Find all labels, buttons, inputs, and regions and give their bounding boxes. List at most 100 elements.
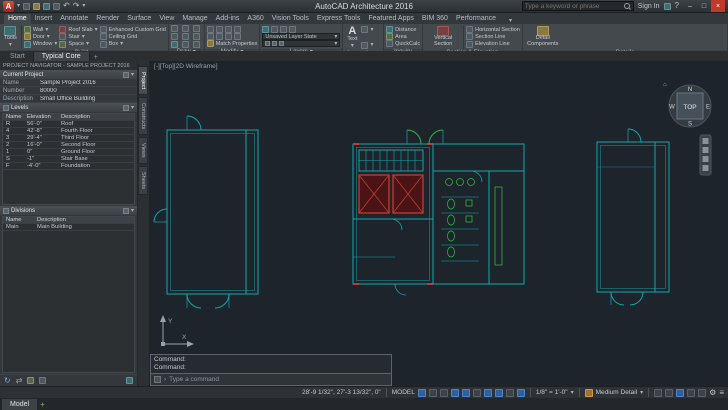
distance-button[interactable]: Distance xyxy=(386,26,420,33)
roof-slab-button[interactable]: Roof Slab ▾ xyxy=(59,26,98,33)
box-button[interactable]: Box ▾ xyxy=(99,40,166,48)
layer-isolate-icon[interactable] xyxy=(280,26,288,33)
palette-title[interactable]: PROJECT NAVIGATOR - SAMPLE PROJECT 2016 xyxy=(0,61,137,70)
search-input[interactable] xyxy=(524,2,621,10)
leader-icon[interactable] xyxy=(361,41,369,49)
ribbon-tab-annotate[interactable]: Annotate xyxy=(56,14,92,24)
lineweight-icon[interactable] xyxy=(505,388,514,397)
section-collapse-icon[interactable]: ▾ xyxy=(131,208,134,214)
display-configuration[interactable]: Medium Detail xyxy=(596,389,638,396)
enhanced-custom-grid-button[interactable]: Enhanced Custom Grid xyxy=(99,26,166,33)
gear-icon[interactable]: ⚙ xyxy=(709,388,716,397)
qnew-icon[interactable] xyxy=(23,2,31,10)
customize-command-icon[interactable] xyxy=(154,376,161,383)
steering-wheel-icon[interactable] xyxy=(702,165,709,171)
dynamic-input-icon[interactable] xyxy=(516,388,525,397)
ellipse-icon[interactable] xyxy=(192,33,200,40)
line-icon[interactable] xyxy=(170,25,178,32)
tab-project[interactable]: Project xyxy=(138,66,148,96)
home-icon[interactable]: ⌂ xyxy=(663,82,667,88)
ribbon-tab-insert[interactable]: Insert xyxy=(31,14,57,24)
level-row-1[interactable]: 1 0" Ground Floor xyxy=(3,149,134,156)
ribbon-tab-performance[interactable]: Performance xyxy=(452,14,500,24)
quick-properties-icon[interactable] xyxy=(687,388,696,397)
help-icon[interactable]: ? xyxy=(675,2,679,10)
wall-button[interactable]: Wall ▾ xyxy=(23,26,58,33)
ribbon-tab-addins[interactable]: Add-ins xyxy=(212,14,244,24)
save-icon[interactable] xyxy=(43,2,51,10)
open-icon[interactable] xyxy=(33,2,41,10)
level-row-f[interactable]: F -4'-0" Foundation xyxy=(3,163,134,170)
signin-button[interactable]: Sign In xyxy=(638,3,660,10)
stair-button[interactable]: Stair ▾ xyxy=(59,33,97,41)
object-snap-tracking-icon[interactable] xyxy=(494,388,503,397)
level-row-2[interactable]: 2 16'-0" Second Floor xyxy=(3,142,134,149)
compass-north[interactable]: N xyxy=(688,87,692,93)
rotate-icon[interactable] xyxy=(224,26,232,33)
copy-icon[interactable] xyxy=(215,26,223,33)
coordinates-display[interactable]: 28'-9 1/32", 27'-3 13/32", 0" xyxy=(302,389,381,396)
etransmit-icon[interactable] xyxy=(27,377,35,384)
level-row-3[interactable]: 3 29'-4" Third Floor xyxy=(3,135,134,142)
command-input-placeholder[interactable]: Type a command xyxy=(169,376,219,383)
sync-project-icon[interactable]: ⇄ xyxy=(16,376,23,385)
door-button[interactable]: Door ▾ xyxy=(23,33,58,41)
a360-icon[interactable] xyxy=(663,2,671,10)
project-browser-icon[interactable] xyxy=(126,377,133,384)
plot-icon[interactable] xyxy=(53,2,61,10)
layer-properties-icon[interactable] xyxy=(262,26,270,33)
tab-constructs[interactable]: Constructs xyxy=(138,97,148,136)
project-properties-icon[interactable] xyxy=(122,71,129,78)
polyline-icon[interactable] xyxy=(181,25,189,32)
layer-freeze-icon[interactable] xyxy=(289,26,297,33)
trim-icon[interactable] xyxy=(224,33,232,40)
close-button[interactable]: × xyxy=(711,0,725,12)
ribbon-tab-manage[interactable]: Manage xyxy=(178,14,211,24)
match-properties-button[interactable]: Match Properties xyxy=(206,40,257,47)
layout-tab-model[interactable]: Model xyxy=(2,398,38,410)
pan-icon[interactable] xyxy=(702,138,709,144)
section-collapse-icon[interactable]: ▾ xyxy=(131,105,134,111)
isometric-drafting-icon[interactable] xyxy=(472,388,481,397)
elevation-line-button[interactable]: Elevation Line xyxy=(466,40,520,48)
space-button[interactable]: Space ▾ xyxy=(59,40,97,48)
infer-constraints-icon[interactable] xyxy=(439,388,448,397)
object-snap-icon[interactable] xyxy=(483,388,492,397)
new-drawing-tab-button[interactable]: + xyxy=(90,54,102,61)
levels-list[interactable]: Name Elevation Description R 56'-0" Roof 4… xyxy=(2,113,135,205)
erase-icon[interactable] xyxy=(233,33,241,40)
stretch-icon[interactable] xyxy=(206,33,214,40)
command-input-row[interactable]: › Type a command xyxy=(150,374,392,386)
detail-components-button[interactable]: Detail Components xyxy=(525,25,561,49)
annotation-scale[interactable]: 1/8" = 1'-0" xyxy=(536,389,568,396)
scale-icon[interactable] xyxy=(215,33,223,40)
vertical-section-button[interactable]: Vertical Section xyxy=(425,25,461,49)
viewport-controls[interactable]: [-][Top][2D Wireframe] xyxy=(154,63,218,70)
layer-dropdown[interactable]: ▾ xyxy=(262,40,341,47)
area-button[interactable]: Area xyxy=(386,33,420,40)
ribbon-tab-surface[interactable]: Surface xyxy=(123,14,155,24)
model-space-toggle[interactable]: MODEL xyxy=(392,389,415,396)
edit-levels-icon[interactable] xyxy=(122,104,129,111)
file-tab-typical-core[interactable]: Typical Core xyxy=(33,52,90,61)
mirror-icon[interactable] xyxy=(233,26,241,33)
snap-icon[interactable] xyxy=(428,388,437,397)
quickcalc-button[interactable]: QuickCalc xyxy=(386,40,420,47)
window-button[interactable]: Window ▾ xyxy=(23,40,57,48)
command-history[interactable]: Command: Command: xyxy=(150,354,392,374)
compass-south[interactable]: S xyxy=(688,122,692,128)
grid-icon[interactable] xyxy=(417,388,426,397)
cut-plane-icon[interactable] xyxy=(584,388,593,397)
ribbon-tab-render[interactable]: Render xyxy=(92,14,123,24)
undo-icon[interactable]: ↶ xyxy=(63,2,70,10)
repath-project-icon[interactable]: ↻ xyxy=(4,376,11,385)
qat-caret-icon[interactable]: ▾ xyxy=(82,3,85,9)
ribbon-tab-featured-apps[interactable]: Featured Apps xyxy=(364,14,418,24)
dimension-icon[interactable] xyxy=(361,26,369,33)
arc-icon[interactable] xyxy=(170,33,178,40)
ceiling-grid-button[interactable]: Ceiling Grid xyxy=(99,33,166,41)
compass-east[interactable]: E xyxy=(706,105,710,111)
drawing-area[interactable]: Y X ⌂ TOP N S W E [-][Top][2D Wireframe]… xyxy=(149,61,728,386)
tools-button[interactable]: Tools ▾ xyxy=(2,25,19,49)
ribbon-tab-view[interactable]: View xyxy=(155,14,178,24)
